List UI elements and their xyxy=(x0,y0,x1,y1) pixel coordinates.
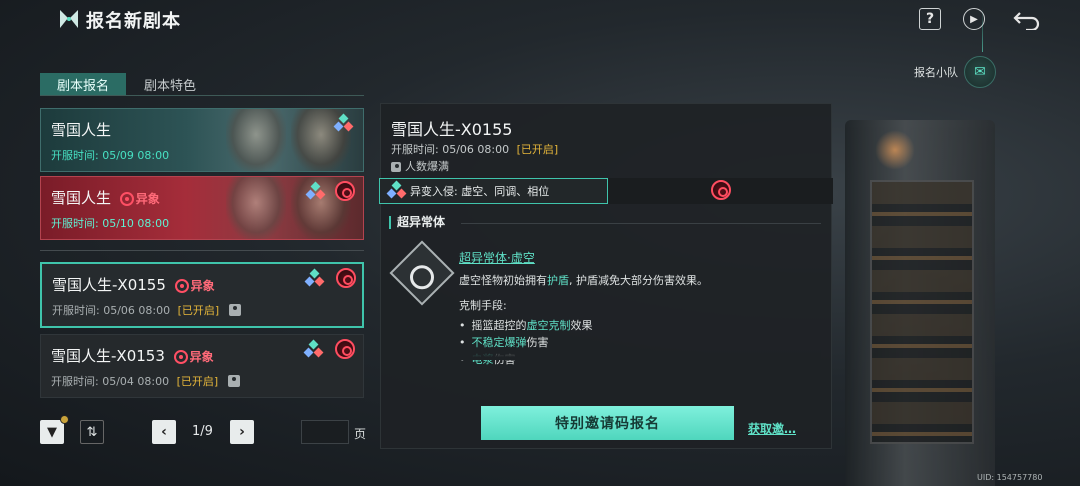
team-signup-label: 报名小队 xyxy=(914,66,958,79)
sort-icon: ⇅ xyxy=(86,424,98,440)
script-name: 雪国人生-X0153 xyxy=(51,347,165,365)
void-ability-icon xyxy=(389,240,455,306)
script-card-4[interactable]: 雪国人生-X0153 异象 开服时间: 05/04 08:00 [已开启] xyxy=(40,334,364,398)
counter-item: 摇篮超控的虚空克制效果 xyxy=(459,317,593,334)
detail-open-time-row: 开服时间: 05/06 08:00 [已开启] xyxy=(391,141,558,157)
sort-button[interactable]: ⇅ xyxy=(80,420,104,444)
anomaly-core-icon xyxy=(335,181,355,201)
anomaly-ring-icon xyxy=(173,349,188,364)
anomaly-badge: 异象 xyxy=(174,277,215,294)
script-status: [已开启] xyxy=(176,375,219,388)
mail-plus-icon: ✉ xyxy=(974,64,986,80)
counter-highlight: 虚空克制 xyxy=(526,319,571,332)
mutation-chip[interactable]: 异变入侵: 虚空、同调、相位 xyxy=(379,178,608,204)
page-indicator: 1/9 xyxy=(192,424,213,439)
anomaly-ring-icon xyxy=(174,278,189,293)
detail-title: 雪国人生-X0155 xyxy=(391,120,513,139)
game-logo-icon xyxy=(60,10,78,28)
counter-list: 摇篮超控的虚空克制效果 不稳定爆弹伤害 电浆伤害 xyxy=(459,317,593,368)
script-open-time: 开服时间: 05/06 08:00 xyxy=(52,304,171,317)
section-divider xyxy=(461,223,821,224)
character-art xyxy=(226,177,286,239)
background-glow xyxy=(875,130,915,170)
person-icon xyxy=(228,304,241,316)
script-name: 雪国人生 xyxy=(51,121,112,139)
ability-desc-text: , 护盾减免大部分伤害效果。 xyxy=(569,274,708,287)
script-name-row: 雪国人生-X0153 异象 xyxy=(51,345,214,366)
anomaly-label: 异象 xyxy=(189,350,214,364)
person-icon xyxy=(391,162,401,172)
script-card-2[interactable]: 雪国人生 异象 开服时间: 05/10 08:00 xyxy=(40,176,364,240)
chevron-left-icon: ‹ xyxy=(161,424,167,440)
next-page-button[interactable]: › xyxy=(230,420,254,444)
mutation-cubes-icon xyxy=(303,339,324,359)
anomaly-label: 异象 xyxy=(135,192,160,206)
ability-name-link[interactable]: 超异常体·虚空 xyxy=(459,249,535,266)
get-invite-link[interactable]: 获取邀… xyxy=(748,420,796,437)
script-open-time-row: 开服时间: 05/04 08:00 [已开启] xyxy=(51,373,240,389)
filter-button[interactable]: ▼ xyxy=(40,420,64,444)
mutation-bar: 异变入侵: 虚空、同调、相位 xyxy=(379,178,833,204)
anomaly-core-icon xyxy=(336,268,356,288)
script-card-1[interactable]: 雪国人生 开服时间: 05/09 08:00 xyxy=(40,108,364,172)
tab-underline xyxy=(40,95,364,96)
anomaly-ring-icon xyxy=(119,191,134,206)
tab-script-signup[interactable]: 剧本报名 xyxy=(40,73,126,95)
anomaly-core-icon[interactable] xyxy=(711,180,731,200)
team-signup-button[interactable]: ✉ xyxy=(964,56,996,88)
mutation-cubes-icon xyxy=(305,181,326,201)
script-open-time: 开服时间: 05/09 08:00 xyxy=(51,149,170,162)
character-art xyxy=(226,109,286,171)
detail-status: [已开启] xyxy=(516,143,559,156)
anomaly-core-icon xyxy=(335,339,355,359)
mutation-cubes-icon xyxy=(386,180,407,200)
anomaly-badge: 异象 xyxy=(173,348,214,365)
detail-population-row: 人数爆满 xyxy=(391,158,449,174)
back-arrow-icon xyxy=(1013,12,1040,30)
filter-active-badge xyxy=(60,415,69,424)
ability-desc-highlight: 护盾 xyxy=(547,274,569,287)
counter-text: 效果 xyxy=(570,319,593,332)
anomaly-label: 异象 xyxy=(190,279,215,293)
mutation-cubes-icon xyxy=(333,113,354,133)
page-unit-label: 页 xyxy=(354,427,367,441)
detail-population: 人数爆满 xyxy=(405,160,449,173)
script-name: 雪国人生-X0155 xyxy=(52,276,166,294)
person-icon xyxy=(227,375,240,387)
script-status: [已开启] xyxy=(177,304,220,317)
script-card-3-selected[interactable]: 雪国人生-X0155 异象 开服时间: 05/06 08:00 [已开启] xyxy=(40,262,364,328)
counter-text: 摇篮超控的 xyxy=(471,319,527,332)
decorative-glow-line xyxy=(982,8,983,52)
page-number-input[interactable] xyxy=(301,420,349,444)
back-button[interactable] xyxy=(1011,8,1043,32)
script-name: 雪国人生 xyxy=(51,189,112,207)
chevron-right-icon: › xyxy=(239,424,245,440)
top-bar: 报名新剧本 ? ▶ xyxy=(0,0,1080,40)
prev-page-button[interactable]: ‹ xyxy=(152,420,176,444)
counter-title: 克制手段: xyxy=(459,299,507,312)
section-title: 超异常体 xyxy=(389,216,445,229)
invite-code-signup-button[interactable]: 特别邀请码报名 xyxy=(481,406,734,440)
tab-script-features[interactable]: 剧本特色 xyxy=(134,73,206,95)
background-tower-art xyxy=(845,120,995,486)
mutation-cubes-icon xyxy=(304,268,325,288)
script-name-row: 雪国人生 异象 xyxy=(51,187,160,208)
script-open-time-row: 开服时间: 05/06 08:00 [已开启] xyxy=(52,302,241,318)
script-open-time: 开服时间: 05/10 08:00 xyxy=(51,217,170,230)
script-open-time: 开服时间: 05/04 08:00 xyxy=(51,375,170,388)
mutation-label: 异变入侵: 虚空、同调、相位 xyxy=(410,185,550,198)
script-detail-panel: 雪国人生-X0155 开服时间: 05/06 08:00 [已开启] 人数爆满 … xyxy=(379,103,833,449)
user-id-label: UID: 154757780 xyxy=(977,473,1043,482)
ability-desc-text: 虚空怪物初始拥有 xyxy=(459,274,547,287)
detail-open-time: 开服时间: 05/06 08:00 xyxy=(391,143,510,156)
list-divider xyxy=(40,250,364,251)
help-button[interactable]: ? xyxy=(919,8,941,30)
page-title: 报名新剧本 xyxy=(86,11,181,32)
ability-description: 虚空怪物初始拥有护盾, 护盾减免大部分伤害效果。 xyxy=(459,272,708,288)
script-name-row: 雪国人生-X0155 异象 xyxy=(52,274,215,295)
filter-icon: ▼ xyxy=(47,424,57,440)
scroll-fade xyxy=(451,346,821,360)
anomaly-badge: 异象 xyxy=(119,190,160,207)
